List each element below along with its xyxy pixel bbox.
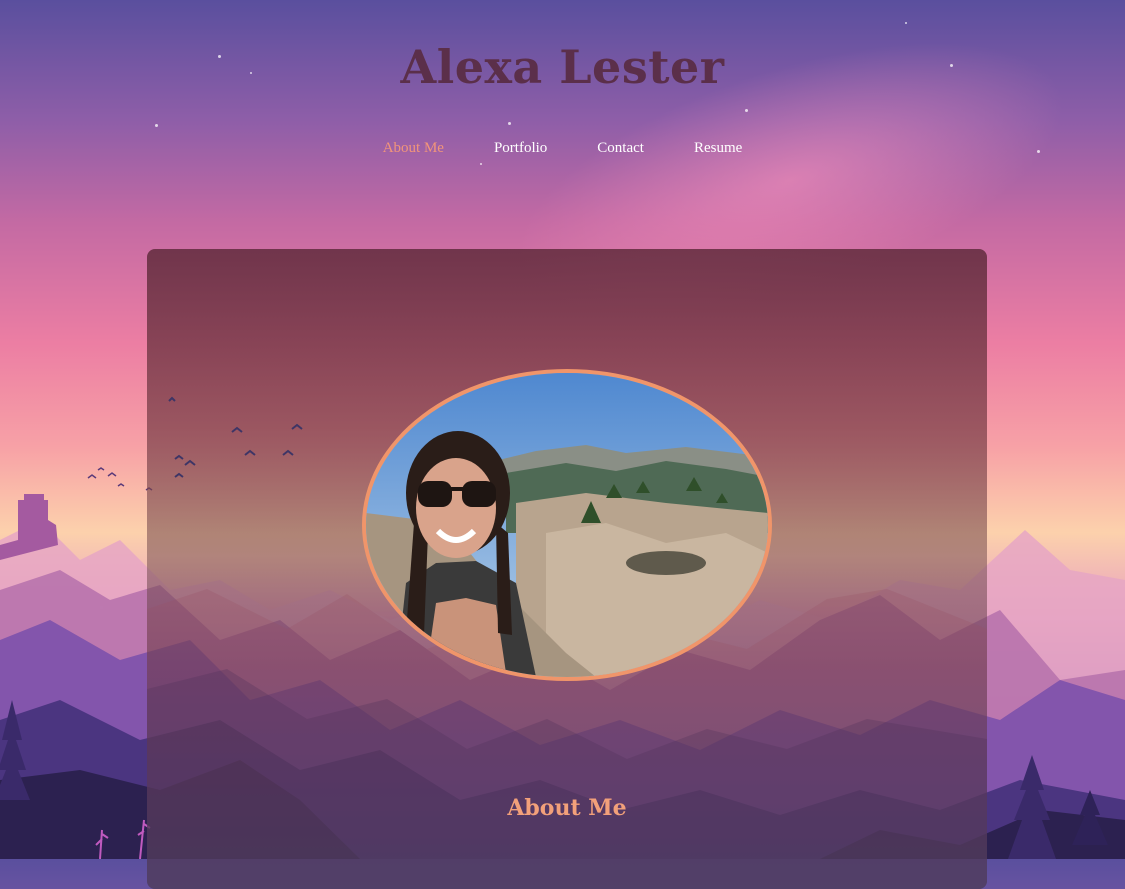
nav-link-about-me[interactable]: About Me xyxy=(383,140,444,157)
site-title: Alexa Lester xyxy=(400,40,725,94)
about-me-heading: About Me xyxy=(507,795,627,821)
nav-link-contact[interactable]: Contact xyxy=(597,140,644,157)
site-header: Alexa Lester xyxy=(0,40,1125,94)
nav-link-portfolio[interactable]: Portfolio xyxy=(494,140,547,157)
nav-link-resume[interactable]: Resume xyxy=(694,140,742,157)
profile-photo xyxy=(362,369,772,681)
about-card: About Me xyxy=(147,249,987,889)
portrait-illustration xyxy=(366,373,768,677)
main-nav: About Me Portfolio Contact Resume xyxy=(0,140,1125,157)
